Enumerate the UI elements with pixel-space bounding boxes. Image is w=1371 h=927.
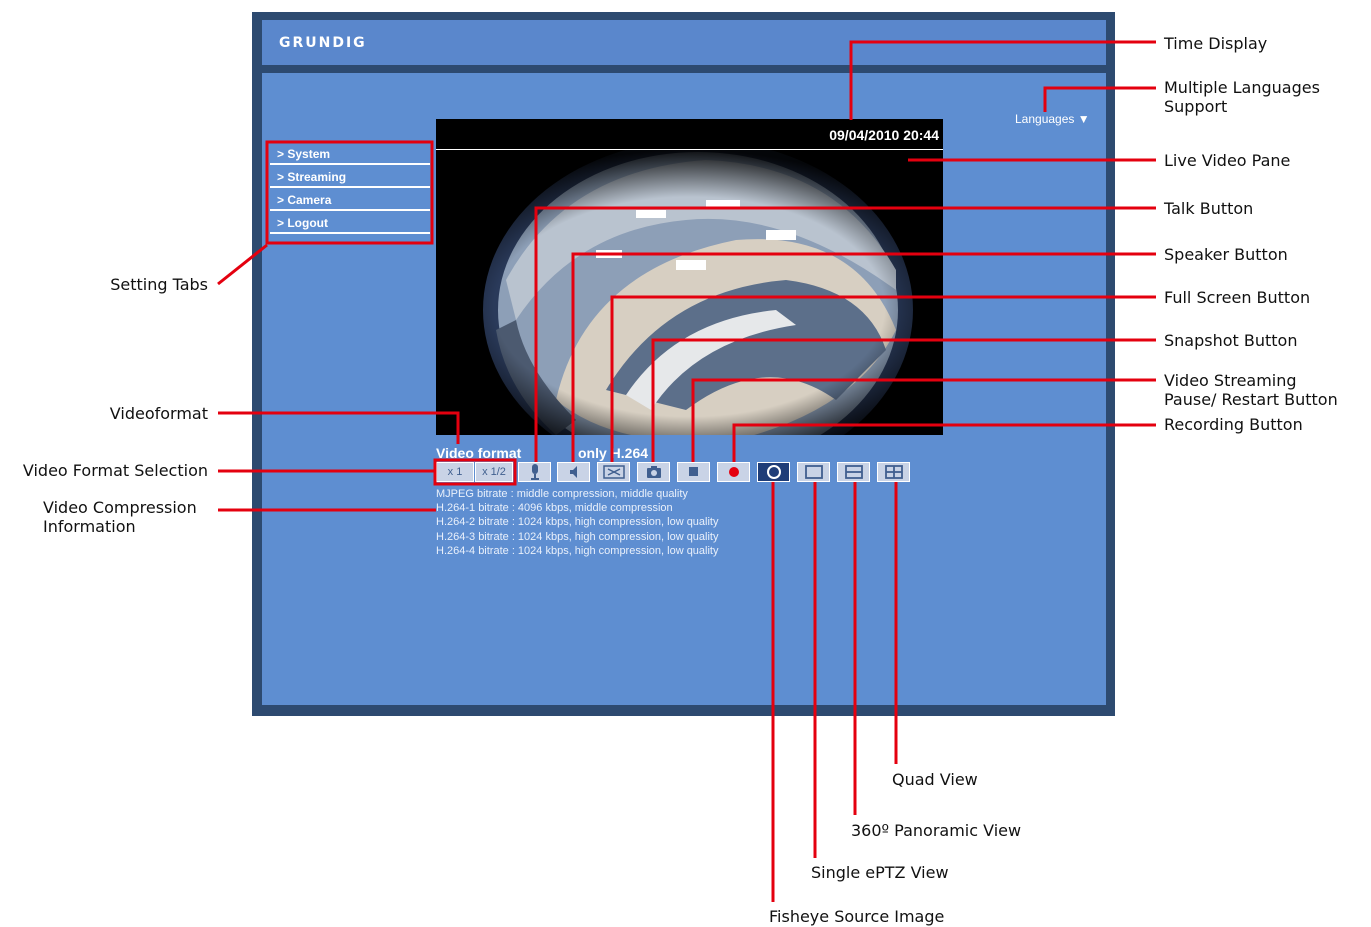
callout-quad-view: Quad View	[892, 770, 978, 789]
callout-fisheye: Fisheye Source Image	[769, 907, 945, 926]
speaker-icon	[569, 466, 577, 478]
callout-talk: Talk Button	[1164, 199, 1254, 218]
compression-info-h264-4: H.264-4 bitrate : 1024 kbps, high compre…	[436, 545, 719, 557]
callout-speaker: Speaker Button	[1164, 245, 1288, 264]
format-x1-button[interactable]: x 1	[436, 462, 474, 482]
grundig-logo: GRUNDIG	[279, 35, 367, 51]
callout-compression-1: Video Compression	[43, 498, 197, 517]
callout-panoramic: 360º Panoramic View	[851, 821, 1022, 840]
fisheye-source-button[interactable]	[757, 462, 790, 482]
talk-button[interactable]	[518, 462, 551, 482]
callout-format-selection: Video Format Selection	[22, 461, 208, 480]
callout-time-display: Time Display	[1164, 34, 1268, 53]
panoramic-view-button[interactable]	[837, 462, 870, 482]
sidebar-item-system[interactable]: > System	[270, 143, 430, 165]
circle-icon	[766, 465, 781, 479]
quad-grid-icon	[884, 465, 903, 479]
callout-pause-2: Pause/ Restart Button	[1164, 390, 1338, 409]
live-video-pane[interactable]	[436, 150, 943, 435]
callout-snapshot: Snapshot Button	[1164, 331, 1298, 350]
header-bar	[262, 20, 1106, 65]
fisheye-video-image	[436, 150, 943, 435]
stop-icon	[688, 467, 698, 476]
single-eptz-button[interactable]	[797, 462, 830, 482]
sidebar-item-logout[interactable]: > Logout	[270, 212, 430, 234]
sidebar-item-camera[interactable]: > Camera	[270, 189, 430, 211]
record-dot-icon	[728, 467, 739, 477]
microphone-icon	[530, 464, 539, 480]
callout-setting-tabs: Setting Tabs	[110, 275, 208, 294]
callout-full-screen: Full Screen Button	[1164, 288, 1311, 307]
camera-icon	[646, 466, 661, 478]
callout-compression-2: Information	[43, 517, 136, 536]
snapshot-button[interactable]	[637, 462, 670, 482]
sidebar-item-streaming[interactable]: > Streaming	[270, 166, 430, 188]
compression-info-h264-2: H.264-2 bitrate : 1024 kbps, high compre…	[436, 516, 719, 528]
callout-videoformat: Videoformat	[109, 404, 208, 423]
callout-single-eptz: Single ePTZ View	[811, 863, 949, 882]
compression-info-h264-1: H.264-1 bitrate : 4096 kbps, middle comp…	[436, 502, 673, 514]
callout-live-video: Live Video Pane	[1164, 151, 1291, 170]
callout-pause-1: Video Streaming	[1164, 371, 1297, 390]
format-half-button[interactable]: x 1/2	[475, 462, 513, 482]
full-screen-button[interactable]	[597, 462, 630, 482]
languages-dropdown[interactable]: Languages ▼	[1015, 112, 1090, 126]
timestamp: 09/04/2010 20:44	[829, 127, 939, 143]
video-format-note: only H.264	[578, 445, 649, 461]
recording-button[interactable]	[717, 462, 750, 482]
pause-restart-button[interactable]	[677, 462, 710, 482]
speaker-button[interactable]	[557, 462, 590, 482]
callout-multi-lang-1: Multiple Languages	[1164, 78, 1320, 97]
callout-recording: Recording Button	[1164, 415, 1303, 434]
split-horizontal-icon	[844, 465, 863, 479]
quad-view-button[interactable]	[877, 462, 910, 482]
single-rect-icon	[804, 465, 823, 479]
fullscreen-icon	[602, 465, 625, 479]
time-display-bar: 09/04/2010 20:44	[436, 119, 943, 150]
compression-info-mjpeg: MJPEG bitrate : middle compression, midd…	[436, 488, 688, 500]
callout-multi-lang-2: Support	[1164, 97, 1228, 116]
video-format-label: Video format	[436, 445, 522, 461]
compression-info-h264-3: H.264-3 bitrate : 1024 kbps, high compre…	[436, 531, 719, 543]
